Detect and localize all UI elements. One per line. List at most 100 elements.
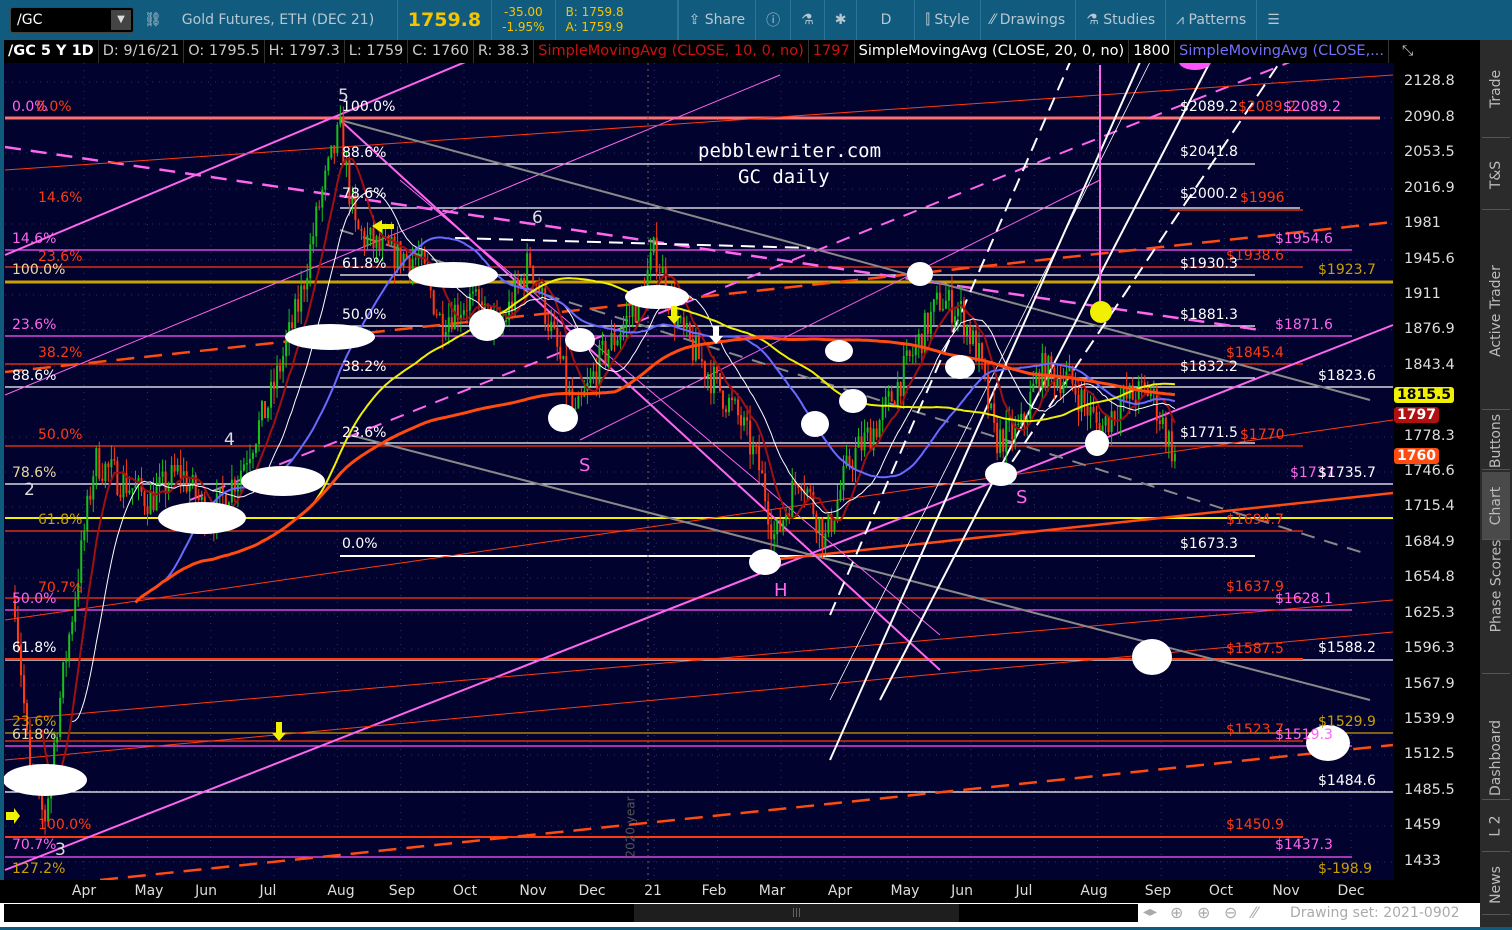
trend-line [4,74,781,396]
patterns-button[interactable]: ⩘ Patterns [1166,0,1258,40]
candle [815,514,818,534]
time-axis[interactable]: Apr May Jun Jul Aug Sep Oct Nov Dec 21 Feb Mar Apr Ma… [0,880,1480,903]
candle [547,323,550,332]
candle [758,446,761,471]
period-button[interactable]: D [857,0,916,40]
candle [453,304,456,330]
candle [1119,399,1122,421]
candle [1131,385,1134,400]
candle [694,336,697,361]
candle [65,661,68,663]
pan-icon[interactable]: ◂▸ [1143,904,1157,920]
price-axis[interactable]: ⤡ 2128.8 2090.8 2053.5 2016.9 1981 1945.… [1394,40,1480,903]
candle [908,350,911,357]
tab-dashboard[interactable]: Dashboard [1482,716,1510,800]
link-icon[interactable]: ⛓ [134,0,172,40]
info-icon[interactable]: ⓘ [756,0,792,40]
candle [743,417,746,426]
candle [113,459,116,461]
candle [553,321,556,328]
candle [935,292,938,300]
flask-icon[interactable]: ⚗ [791,0,825,40]
candle [264,401,267,419]
tab-l-2[interactable]: L 2 [1482,800,1510,852]
candle [767,501,770,525]
sma-20-line [72,190,1176,723]
candle [890,391,893,402]
candle [691,338,694,361]
candle [62,662,65,698]
studies-button[interactable]: ⚗ Studies [1076,0,1167,40]
chevron-down-icon[interactable]: ▼ [111,10,131,30]
zoom-out-icon[interactable]: ⊖ [1224,903,1237,922]
candle [1074,383,1077,395]
menu-icon[interactable]: ☰ [1257,0,1290,40]
candle [996,422,999,454]
candle [375,236,378,248]
candle [110,459,113,468]
candle [318,206,321,208]
candle [363,230,366,247]
tab-buttons[interactable]: Buttons [1482,412,1510,470]
bar-open: O: 1795.5 [184,40,265,63]
crosshair-icon[interactable]: ⊕ [1170,903,1183,922]
candle [595,371,598,386]
candle [737,399,740,416]
time-tick: May [134,883,164,899]
highlight-ellipse [158,502,246,534]
candle [1140,381,1143,383]
highlight-ellipse [907,262,933,286]
candle [1092,406,1095,413]
drawings-button[interactable]: ⁄⁄ Drawings [981,0,1077,40]
axis-compress-icon[interactable]: ⤡ [1402,43,1413,59]
bar-range: R: 38.3 [474,40,535,63]
tab-trade[interactable]: Trade [1482,40,1510,138]
candle [685,322,688,329]
zoom-in-icon[interactable]: ⊕ [1197,903,1210,922]
candle [230,479,233,503]
patterns-icon: ⩘ [1176,12,1189,28]
candle [477,289,480,302]
study-sma50[interactable]: SimpleMovingAvg (CLOSE,... [1175,40,1390,63]
horizontal-scrollbar[interactable]: ||| [4,904,1138,922]
study-sma20[interactable]: SimpleMovingAvg (CLOSE, 20, 0, no) [855,40,1130,63]
candle [107,463,110,468]
drawing-set-label[interactable]: Drawing set: 2021-0902 [1290,905,1460,921]
candle [333,145,336,154]
candle [336,124,339,154]
candle [926,312,929,334]
scrollbar-area: ||| ◂▸ ⊕ ⊕ ⊖ ⁄⁄ Drawing set: 2021-0902 [0,903,1480,927]
tab-news[interactable]: News [1482,855,1510,915]
style-button[interactable]: ⫿ Style [915,0,981,40]
study-sma10[interactable]: SimpleMovingAvg (CLOSE, 10, 0, no) [534,40,809,63]
tab-label: T&S [1488,160,1505,189]
candle [857,436,860,448]
ask: A: 1759.9 [565,20,624,34]
symbol-value: /GC [17,12,43,28]
tab-t-s[interactable]: T&S [1482,140,1510,210]
flask-icon: ⚗ [1086,12,1104,28]
candle [947,290,950,301]
tab-label: News [1488,865,1504,904]
candle [122,473,125,498]
candle [773,534,776,540]
candle [254,444,257,453]
gear-icon[interactable]: ✱ [825,0,858,40]
candle [607,349,610,363]
share-button[interactable]: ⇪ Share [677,0,757,40]
candle [185,471,188,492]
candle [661,267,664,274]
highlight-ellipse [469,309,505,341]
highlight-ellipse [625,285,689,309]
candle [89,495,92,500]
tab-phase-scores[interactable]: Phase Scores [1482,498,1510,674]
symbol-input[interactable]: /GC ▼ [10,7,134,33]
tab-active-trader[interactable]: Active Trader [1482,212,1510,410]
chart-plot[interactable]: pebblewriter.com GC daily 2020 year $208… [4,63,1394,880]
drawing-tool-icon[interactable]: ⁄⁄ [1252,903,1257,922]
candle [779,519,782,531]
highlight-ellipse [548,404,578,432]
time-tick: 21 [644,883,662,899]
candle [146,506,149,515]
scrollbar-thumb[interactable]: ||| [634,904,959,922]
